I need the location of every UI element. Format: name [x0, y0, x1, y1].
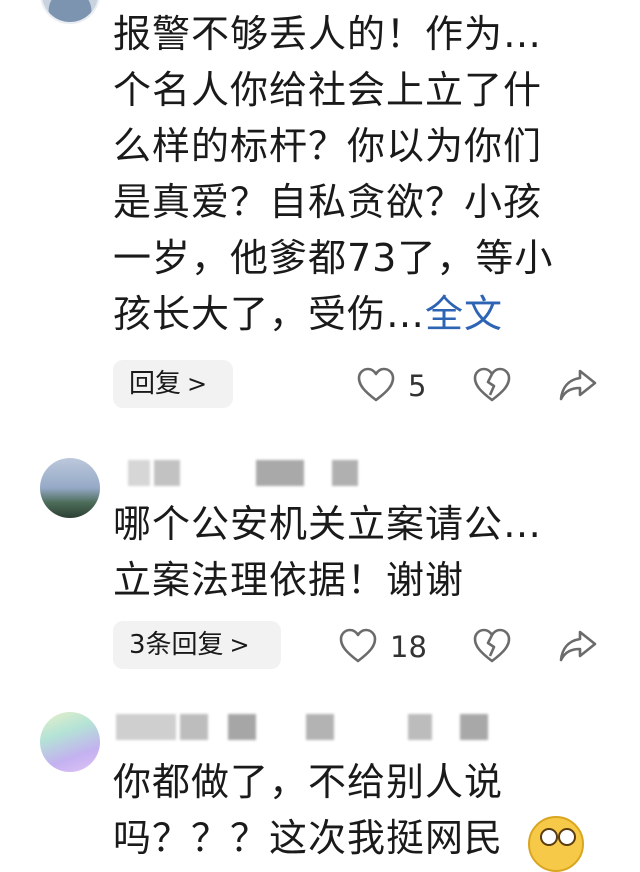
heart-outline-icon	[339, 628, 377, 663]
comment-last-line: 孩长大了，受伤…全文	[113, 286, 593, 342]
comment-text[interactable]: 报警不够丢人的！作为… 个名人你给社会上立了什 么样的标杆？你以为你们 是真爱？…	[113, 6, 593, 342]
comment-text-line: 么样的标杆？你以为你们	[113, 124, 543, 168]
blurred-name-block	[180, 714, 208, 740]
avatar[interactable]	[40, 458, 100, 518]
reply-button[interactable]: 回复 >	[113, 360, 233, 408]
avatar[interactable]	[40, 712, 100, 772]
dislike-button[interactable]	[472, 626, 512, 666]
comment-text-truncated: 孩长大了，受伤…	[113, 292, 426, 336]
like-count: 5	[408, 369, 427, 403]
comment-text-line: 是真爱？自私贪欲？小孩	[113, 180, 543, 224]
username-blurred	[116, 714, 516, 742]
chevron-right-icon: >	[229, 631, 250, 659]
expand-full-text-link[interactable]: 全文	[425, 292, 503, 336]
reply-button-label: 回复	[129, 369, 182, 399]
comment-text-line: 哪个公安机关立案请公…	[113, 502, 543, 546]
like-button[interactable]	[338, 626, 378, 666]
share-button[interactable]	[558, 626, 598, 666]
like-button[interactable]	[356, 365, 396, 405]
comment-text-line: 报警不够丢人的！作为…	[113, 12, 543, 56]
comment-text-line: 吗？？？这次我挺网民	[113, 816, 504, 860]
blurred-name-block	[154, 460, 180, 486]
comment-text-line: 你都做了，不给别人说	[113, 760, 504, 804]
blurred-name-block	[332, 460, 358, 486]
like-count: 18	[390, 630, 427, 664]
chevron-right-icon: >	[187, 370, 208, 398]
blurred-name-block	[116, 714, 176, 740]
laughing-emoji-icon	[528, 816, 584, 872]
comment-text-line: 一岁，他爹都73了，等小	[113, 236, 554, 280]
share-arrow-icon	[559, 369, 597, 401]
blurred-name-block	[228, 714, 256, 740]
broken-heart-icon	[473, 367, 511, 402]
blurred-name-block	[256, 460, 304, 486]
dislike-button[interactable]	[472, 365, 512, 405]
blurred-name-block	[306, 714, 334, 740]
blurred-name-block	[128, 460, 150, 486]
reply-button[interactable]: 3条回复 >	[113, 621, 281, 669]
heart-outline-icon	[357, 367, 395, 402]
blurred-name-block	[460, 714, 488, 740]
comment-text-line: 个名人你给社会上立了什	[113, 68, 543, 112]
avatar[interactable]	[40, 0, 100, 24]
comment-text[interactable]: 你都做了，不给别人说 吗？？？这次我挺网民	[113, 754, 593, 866]
comment-text-line: 立案法理依据！谢谢	[113, 558, 465, 602]
reply-button-label: 3条回复	[129, 630, 224, 660]
share-button[interactable]	[558, 365, 598, 405]
username-blurred	[116, 460, 376, 488]
broken-heart-icon	[473, 628, 511, 663]
share-arrow-icon	[559, 630, 597, 662]
comment-text[interactable]: 哪个公安机关立案请公… 立案法理依据！谢谢	[113, 496, 593, 608]
blurred-name-block	[408, 714, 432, 740]
